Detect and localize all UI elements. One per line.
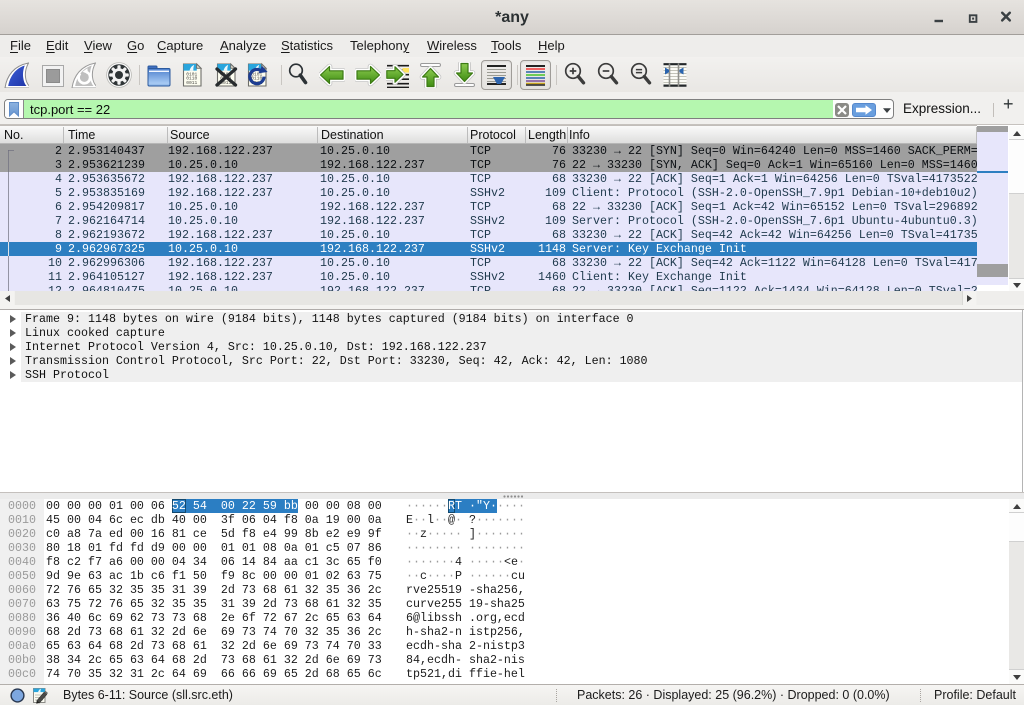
svg-text:0011: 0011 [186,80,197,86]
